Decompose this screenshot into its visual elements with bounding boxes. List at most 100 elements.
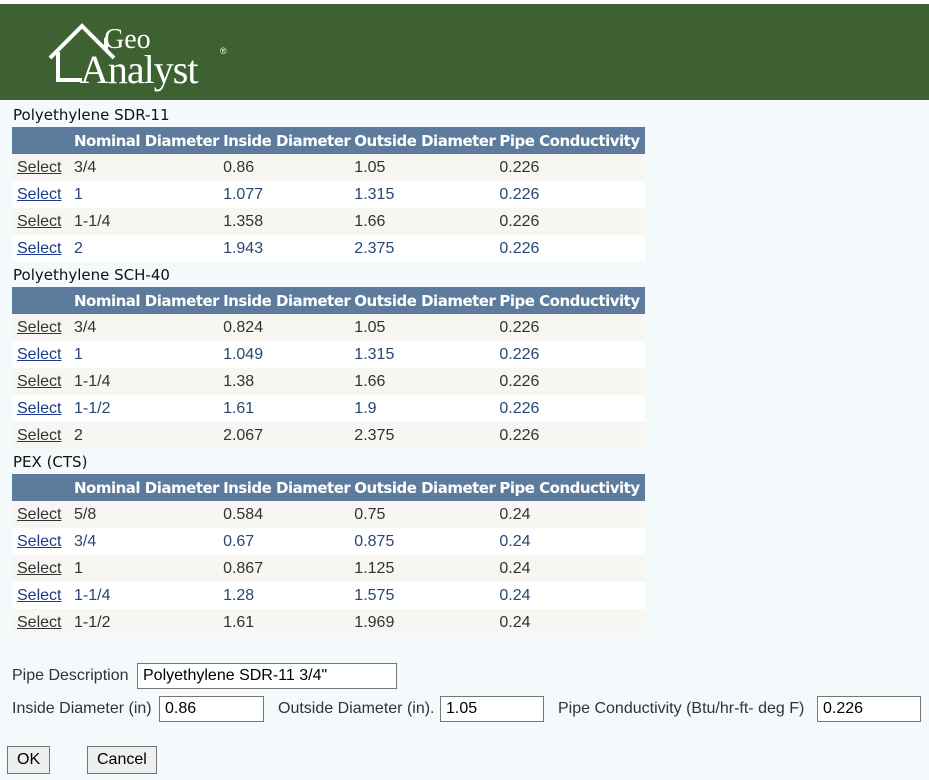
inside-diameter-input[interactable] xyxy=(159,696,264,722)
select-link[interactable]: Select xyxy=(17,159,61,176)
cell-outside-diameter: 2.375 xyxy=(350,235,496,262)
header-cell-empty xyxy=(12,474,70,501)
select-link[interactable]: Select xyxy=(17,614,61,631)
header-col-pipe-conductivity: Pipe Conductivity xyxy=(495,474,646,501)
section-title-sdr11: Polyethylene SDR-11 xyxy=(13,106,170,124)
header-col-nominal-diameter: Nominal Diameter xyxy=(70,287,220,314)
section-title-pex: PEX (CTS) xyxy=(13,453,88,471)
cell-pipe-conductivity: 0.226 xyxy=(495,422,646,449)
header-col-pipe-conductivity: Pipe Conductivity xyxy=(495,287,646,314)
select-link[interactable]: Select xyxy=(17,506,61,523)
ok-button[interactable]: OK xyxy=(7,746,51,774)
table-row: Select 3/4 0.824 1.05 0.226 xyxy=(12,314,646,341)
cell-pipe-conductivity: 0.24 xyxy=(495,609,646,636)
cell-inside-diameter: 0.584 xyxy=(219,501,351,528)
cell-nominal-diameter: 2 xyxy=(70,422,220,449)
cell-inside-diameter: 1.61 xyxy=(219,609,351,636)
select-cell: Select xyxy=(12,582,70,609)
cell-pipe-conductivity: 0.24 xyxy=(495,501,646,528)
table-row: Select 2 1.943 2.375 0.226 xyxy=(12,235,646,262)
cell-nominal-diameter: 2 xyxy=(70,235,220,262)
cell-pipe-conductivity: 0.226 xyxy=(495,314,646,341)
cell-inside-diameter: 1.358 xyxy=(219,208,351,235)
cell-nominal-diameter: 1-1/4 xyxy=(70,582,220,609)
cancel-button[interactable]: Cancel xyxy=(87,746,157,774)
pipe-conductivity-label: Pipe Conductivity (Btu/hr-ft- deg F) xyxy=(558,700,805,717)
cell-outside-diameter: 2.375 xyxy=(350,422,496,449)
cell-nominal-diameter: 3/4 xyxy=(70,528,220,555)
cell-nominal-diameter: 1-1/2 xyxy=(70,395,220,422)
cell-pipe-conductivity: 0.24 xyxy=(495,528,646,555)
table-row: Select 1 1.049 1.315 0.226 xyxy=(12,341,646,368)
geoanalyst-logo: Geo Analyst ® xyxy=(46,16,236,96)
cell-outside-diameter: 1.969 xyxy=(350,609,496,636)
header-col-outside-diameter: Outside Diameter xyxy=(350,127,496,154)
select-link[interactable]: Select xyxy=(17,346,61,363)
select-link[interactable]: Select xyxy=(17,533,61,550)
cell-pipe-conductivity: 0.226 xyxy=(495,395,646,422)
pipe-description-input[interactable] xyxy=(137,663,397,689)
cell-outside-diameter: 1.125 xyxy=(350,555,496,582)
select-cell: Select xyxy=(12,528,70,555)
cell-outside-diameter: 0.875 xyxy=(350,528,496,555)
select-link[interactable]: Select xyxy=(17,186,61,203)
cell-inside-diameter: 0.867 xyxy=(219,555,351,582)
select-link[interactable]: Select xyxy=(17,240,61,257)
select-link[interactable]: Select xyxy=(17,213,61,230)
table-row: Select 1 0.867 1.125 0.24 xyxy=(12,555,646,582)
cell-pipe-conductivity: 0.24 xyxy=(495,555,646,582)
cell-inside-diameter: 2.067 xyxy=(219,422,351,449)
select-link[interactable]: Select xyxy=(17,319,61,336)
select-cell: Select xyxy=(12,208,70,235)
cell-outside-diameter: 1.315 xyxy=(350,341,496,368)
outside-diameter-input[interactable] xyxy=(440,696,544,722)
cell-inside-diameter: 0.67 xyxy=(219,528,351,555)
cell-pipe-conductivity: 0.226 xyxy=(495,154,646,181)
select-link[interactable]: Select xyxy=(17,373,61,390)
table-row: Select 1 1.077 1.315 0.226 xyxy=(12,181,646,208)
cell-inside-diameter: 1.61 xyxy=(219,395,351,422)
cell-nominal-diameter: 5/8 xyxy=(70,501,220,528)
table-row: Select 1-1/2 1.61 1.9 0.226 xyxy=(12,395,646,422)
cell-nominal-diameter: 1 xyxy=(70,341,220,368)
registered-mark: ® xyxy=(220,46,227,56)
cell-nominal-diameter: 1 xyxy=(70,555,220,582)
select-link[interactable]: Select xyxy=(17,400,61,417)
pipe-table-pex: Nominal Diameter Inside Diameter Outside D… xyxy=(12,474,646,636)
pipe-table-sch40: Nominal Diameter Inside Diameter Outside D… xyxy=(12,287,646,449)
cell-inside-diameter: 0.86 xyxy=(219,154,351,181)
cell-inside-diameter: 0.824 xyxy=(219,314,351,341)
select-cell: Select xyxy=(12,154,70,181)
cell-outside-diameter: 1.575 xyxy=(350,582,496,609)
cell-pipe-conductivity: 0.226 xyxy=(495,341,646,368)
outside-diameter-label: Outside Diameter (in). xyxy=(278,700,435,717)
table-header-row: Nominal Diameter Inside Diameter Outside D… xyxy=(12,287,646,314)
cell-outside-diameter: 1.315 xyxy=(350,181,496,208)
select-cell: Select xyxy=(12,609,70,636)
header-cell-empty xyxy=(12,127,70,154)
select-cell: Select xyxy=(12,395,70,422)
header-col-nominal-diameter: Nominal Diameter xyxy=(70,474,220,501)
select-cell: Select xyxy=(12,555,70,582)
header-col-inside-diameter: Inside Diameter xyxy=(219,287,351,314)
cell-inside-diameter: 1.077 xyxy=(219,181,351,208)
cell-nominal-diameter: 1-1/4 xyxy=(70,208,220,235)
pipe-conductivity-input[interactable] xyxy=(817,696,921,722)
select-link[interactable]: Select xyxy=(17,427,61,444)
header-col-inside-diameter: Inside Diameter xyxy=(219,127,351,154)
select-cell: Select xyxy=(12,501,70,528)
cell-inside-diameter: 1.38 xyxy=(219,368,351,395)
select-link[interactable]: Select xyxy=(17,587,61,604)
cell-inside-diameter: 1.28 xyxy=(219,582,351,609)
select-cell: Select xyxy=(12,235,70,262)
header-col-pipe-conductivity: Pipe Conductivity xyxy=(495,127,646,154)
header-col-outside-diameter: Outside Diameter xyxy=(350,474,496,501)
table-row: Select 1-1/2 1.61 1.969 0.24 xyxy=(12,609,646,636)
header-col-nominal-diameter: Nominal Diameter xyxy=(70,127,220,154)
cell-pipe-conductivity: 0.226 xyxy=(495,235,646,262)
select-cell: Select xyxy=(12,422,70,449)
cell-pipe-conductivity: 0.24 xyxy=(495,582,646,609)
logo-text-bottom: Analyst xyxy=(80,47,198,92)
select-link[interactable]: Select xyxy=(17,560,61,577)
cell-pipe-conductivity: 0.226 xyxy=(495,181,646,208)
